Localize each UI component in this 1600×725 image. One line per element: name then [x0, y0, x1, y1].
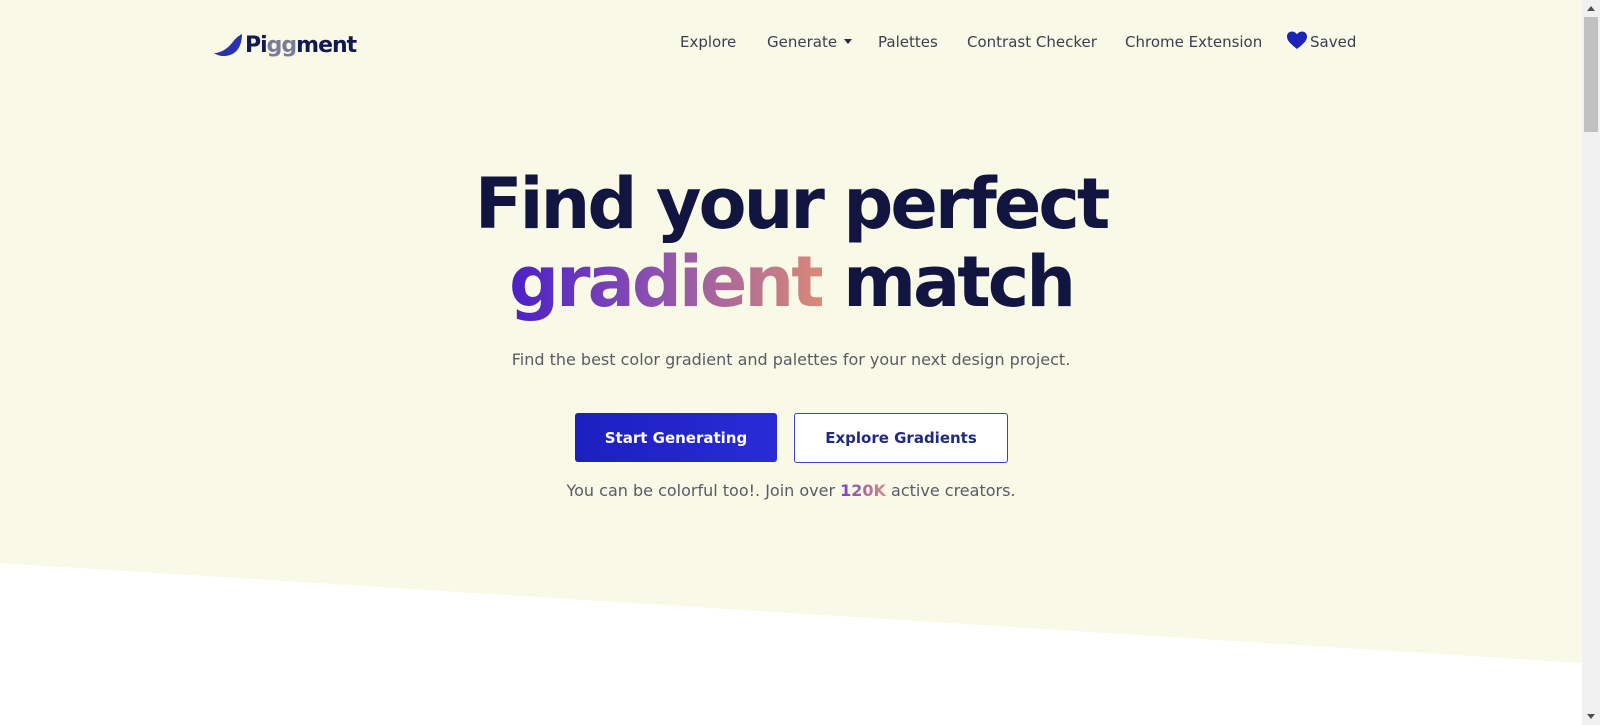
scroll-thumb[interactable] [1584, 17, 1598, 132]
nav-explore[interactable]: Explore [680, 29, 736, 55]
social-proof-prefix: You can be colorful too!. Join over [566, 481, 836, 500]
explore-gradients-button[interactable]: Explore Gradients [794, 413, 1008, 463]
page: Piggment Explore Generate Palettes Contr… [0, 0, 1582, 725]
nav-saved[interactable]: Saved [1287, 29, 1356, 55]
navbar: Piggment Explore Generate Palettes Contr… [0, 0, 1582, 86]
nav-generate[interactable]: Generate [767, 29, 852, 55]
caret-down-icon [843, 39, 852, 44]
creator-count: 120K [840, 481, 886, 500]
nav-generate-label: Generate [767, 33, 838, 51]
vertical-scrollbar[interactable] [1582, 0, 1600, 725]
heart-icon [1287, 31, 1307, 49]
scroll-up-arrow[interactable] [1582, 0, 1600, 17]
nav-chrome-extension[interactable]: Chrome Extension [1125, 29, 1262, 55]
hero-headline: Find your perfect gradient match [0, 165, 1582, 321]
scroll-down-arrow[interactable] [1582, 708, 1600, 725]
nav-saved-label: Saved [1310, 33, 1357, 51]
headline-line-2-rest: match [843, 241, 1076, 323]
headline-line-1: Find your perfect [474, 163, 1111, 245]
nav-palettes[interactable]: Palettes [878, 29, 938, 55]
main-nav: Explore Generate Palettes Contrast Check… [0, 29, 1582, 55]
hero-subtitle: Find the best color gradient and palette… [511, 350, 1071, 369]
scroll-up-icon [1587, 6, 1595, 11]
nav-contrast-checker[interactable]: Contrast Checker [967, 29, 1097, 55]
social-proof: You can be colorful too!. Join over 120K… [0, 481, 1582, 500]
scroll-down-icon [1587, 714, 1595, 719]
social-proof-suffix: active creators. [891, 481, 1016, 500]
headline-gradient-word: gradient [508, 241, 825, 323]
start-generating-button[interactable]: Start Generating [575, 413, 777, 462]
